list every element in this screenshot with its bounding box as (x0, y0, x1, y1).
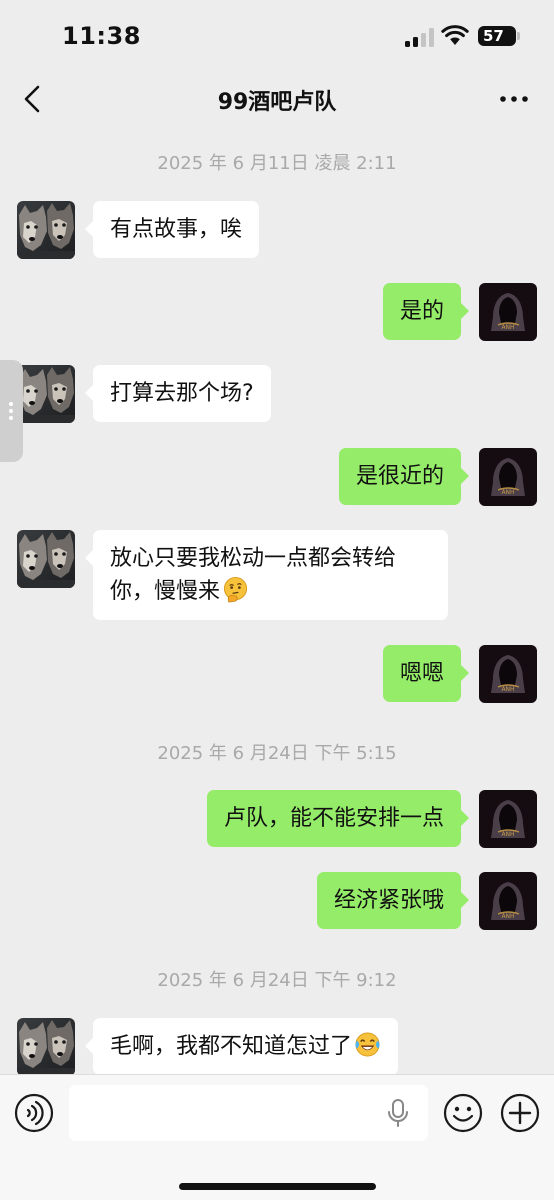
message-input[interactable] (69, 1085, 428, 1141)
cellular-signal-icon (405, 27, 435, 47)
add-icon[interactable] (500, 1093, 540, 1133)
status-bar: 11:38 57 (0, 0, 554, 70)
my-avatar[interactable] (479, 283, 537, 341)
contact-avatar[interactable] (17, 365, 75, 423)
my-avatar[interactable] (479, 790, 537, 848)
message-list[interactable]: 2025 年 6 月11日 凌晨 2:11 有点故事，唉 是的 打算去那个场? … (0, 128, 554, 1074)
chat-screen: 11:38 57 99酒吧卢队 2025 年 6 月11日 凌晨 2:11 有点… (0, 0, 554, 1200)
input-bar (0, 1074, 554, 1200)
incoming-message[interactable]: 打算去那个场? (85, 365, 271, 422)
timestamp: 2025 年 6 月24日 下午 9:12 (157, 970, 397, 991)
crying-laughing-face-icon (354, 1031, 381, 1058)
contact-avatar[interactable] (17, 530, 75, 588)
battery-indicator: 57 (478, 26, 516, 46)
contact-avatar[interactable] (17, 1018, 75, 1074)
message-text: 毛啊，我都不知道怎过了 (110, 1034, 353, 1059)
status-time: 11:38 (62, 22, 141, 50)
message-text: 放心只要我松动一点都会转给你，慢慢来 (110, 546, 397, 604)
battery-cap (517, 32, 520, 40)
incoming-message[interactable]: 有点故事，唉 (84, 201, 260, 258)
outgoing-message[interactable]: 卢队，能不能安排一点 (206, 790, 470, 847)
thinking-face-icon (222, 576, 249, 603)
chat-title: 99酒吧卢队 (217, 90, 337, 115)
timestamp: 2025 年 6 月24日 下午 5:15 (157, 743, 397, 764)
incoming-message[interactable]: 毛啊，我都不知道怎过了 (84, 1018, 399, 1074)
outgoing-message[interactable]: 经济紧张哦 (316, 872, 470, 929)
outgoing-message[interactable]: 是的 (382, 283, 470, 340)
voice-input-toggle-icon[interactable] (14, 1093, 54, 1133)
my-avatar[interactable] (479, 448, 537, 506)
timestamp: 2025 年 6 月11日 凌晨 2:11 (157, 153, 397, 174)
contact-avatar[interactable] (17, 201, 75, 259)
emoji-icon[interactable] (443, 1093, 483, 1133)
my-avatar[interactable] (479, 872, 537, 930)
nav-bar: 99酒吧卢队 (0, 70, 554, 128)
wifi-icon (441, 25, 469, 45)
outgoing-message[interactable]: 嗯嗯 (382, 645, 470, 702)
microphone-icon[interactable] (385, 1098, 411, 1128)
side-drawer-handle[interactable] (0, 360, 23, 462)
incoming-message[interactable]: 放心只要我松动一点都会转给你，慢慢来 (85, 530, 448, 620)
home-indicator (179, 1183, 376, 1190)
more-options-icon[interactable] (496, 84, 532, 114)
outgoing-message[interactable]: 是很近的 (338, 448, 470, 505)
my-avatar[interactable] (479, 645, 537, 703)
